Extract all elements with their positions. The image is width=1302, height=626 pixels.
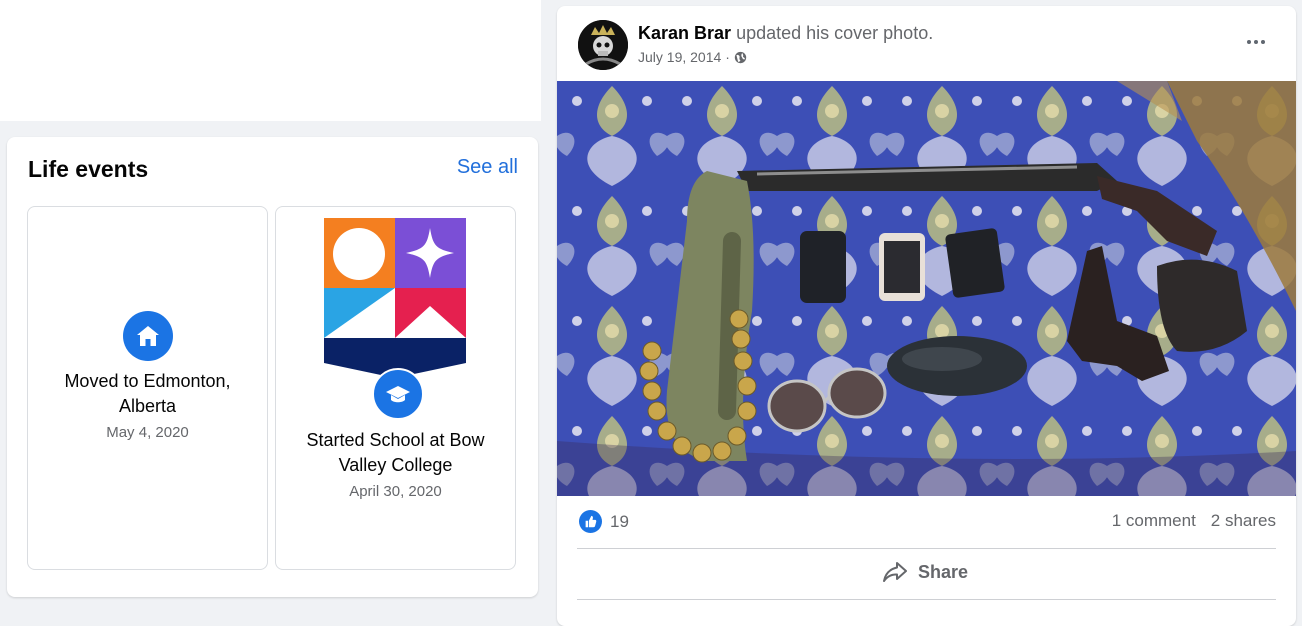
- more-dot-icon: [1261, 40, 1265, 44]
- engagement-stats: 1 comment 2 shares: [1112, 511, 1276, 531]
- life-events-title: Life events: [28, 156, 149, 182]
- cover-photo[interactable]: [557, 81, 1296, 496]
- reaction-count: 19: [610, 511, 629, 531]
- graduation-cap-icon: [372, 368, 424, 420]
- author-name[interactable]: Karan Brar: [638, 23, 731, 43]
- divider: [577, 599, 1276, 600]
- more-options-button[interactable]: [1244, 32, 1268, 52]
- post-action: updated his cover photo.: [736, 23, 934, 43]
- life-event-school[interactable]: Started School at Bow Valley College Apr…: [275, 206, 516, 570]
- post-date[interactable]: July 19, 2014: [638, 49, 721, 65]
- college-logo: [324, 218, 466, 378]
- see-all-link[interactable]: See all: [457, 156, 518, 179]
- post-card: Karan Brar updated his cover photo. July…: [557, 6, 1296, 626]
- share-count-link[interactable]: 2 shares: [1211, 511, 1276, 531]
- life-event-date: April 30, 2020: [349, 483, 442, 500]
- profile-intro-card: [0, 0, 541, 121]
- life-event-moved[interactable]: Moved to Edmonton, Alberta May 4, 2020: [27, 206, 268, 570]
- more-dot-icon: [1247, 40, 1251, 44]
- meta-separator: ·: [725, 49, 730, 65]
- life-event-text: Moved to Edmonton, Alberta: [64, 371, 231, 416]
- divider: [577, 548, 1276, 549]
- globe-icon: [734, 51, 747, 63]
- reactions-summary[interactable]: 19: [579, 510, 629, 533]
- share-button[interactable]: Share: [882, 561, 968, 583]
- post-meta: July 19, 2014 ·: [638, 49, 747, 65]
- avatar[interactable]: [578, 20, 628, 70]
- more-dot-icon: [1254, 40, 1258, 44]
- life-events-card: Life events See all Moved to Edmonton, A…: [7, 137, 538, 597]
- home-icon: [123, 311, 173, 361]
- post-header: Karan Brar updated his cover photo.: [638, 23, 933, 44]
- share-label: Share: [918, 561, 969, 582]
- life-event-date: May 4, 2020: [106, 424, 189, 441]
- comment-count-link[interactable]: 1 comment: [1112, 511, 1196, 531]
- life-event-text: Started School at Bow Valley College: [306, 430, 485, 475]
- like-reaction-icon: [579, 510, 602, 533]
- share-icon: [883, 562, 907, 582]
